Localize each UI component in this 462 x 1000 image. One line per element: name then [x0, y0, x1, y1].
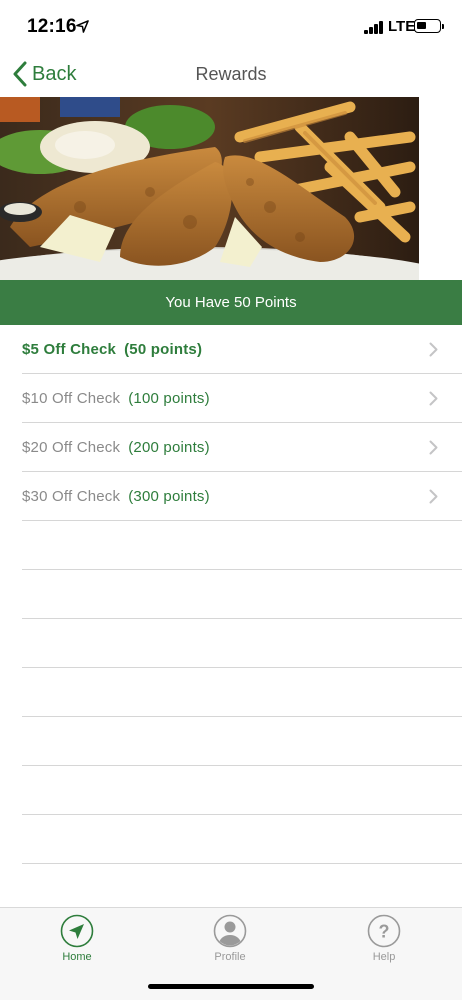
empty-list-row [22, 766, 462, 815]
points-balance: You Have 50 Points [165, 294, 297, 311]
navigation-arrow-icon [60, 914, 94, 948]
reward-item-20-off[interactable]: $20 Off Check (200 points) [22, 423, 462, 472]
reward-item-30-off[interactable]: $30 Off Check (300 points) [22, 472, 462, 521]
page-title: Rewards [195, 64, 267, 84]
network-label: LTE [388, 18, 416, 35]
chevron-right-icon [429, 391, 438, 406]
tab-home-label: Home [62, 951, 92, 963]
points-banner: You Have 50 Points [0, 280, 462, 325]
empty-list-row [22, 864, 462, 913]
reward-label: $10 Off Check [22, 389, 121, 407]
battery-icon [414, 19, 441, 33]
tab-help-label: Help [372, 951, 396, 963]
svg-text:?: ? [379, 922, 390, 942]
signal-icon [364, 21, 384, 34]
reward-item-10-off[interactable]: $10 Off Check (100 points) [22, 374, 462, 423]
tab-help[interactable]: ? Help [334, 914, 434, 963]
person-icon [213, 914, 247, 948]
chevron-right-icon [429, 342, 438, 357]
reward-label: $20 Off Check [22, 438, 121, 456]
hero-food-image [0, 97, 419, 280]
tab-home[interactable]: Home [27, 914, 127, 963]
empty-list-row [22, 815, 462, 864]
tab-profile[interactable]: Profile [180, 914, 280, 963]
question-icon: ? [367, 914, 401, 948]
empty-list-row [22, 668, 462, 717]
empty-list-row [22, 717, 462, 766]
reward-list: $5 Off Check (50 points) $10 Off Check (… [0, 325, 462, 913]
status-bar: 12:16 LTE [0, 0, 462, 52]
location-arrow-icon [76, 20, 89, 33]
reward-points: (200 points) [128, 438, 210, 456]
status-time: 12:16 [27, 16, 77, 37]
reward-points: (50 points) [124, 340, 203, 358]
empty-list-row [22, 570, 462, 619]
tab-profile-label: Profile [214, 951, 246, 963]
chevron-right-icon [429, 440, 438, 455]
reward-label: $5 Off Check [22, 340, 117, 358]
reward-label: $30 Off Check [22, 487, 121, 505]
reward-points: (100 points) [128, 389, 210, 407]
home-indicator [148, 984, 314, 989]
empty-list-row [22, 521, 462, 570]
reward-points: (300 points) [128, 487, 210, 505]
empty-list-row [22, 619, 462, 668]
chevron-right-icon [429, 489, 438, 504]
navigation-bar: Back Rewards [0, 52, 462, 97]
reward-item-5-off[interactable]: $5 Off Check (50 points) [22, 325, 462, 374]
